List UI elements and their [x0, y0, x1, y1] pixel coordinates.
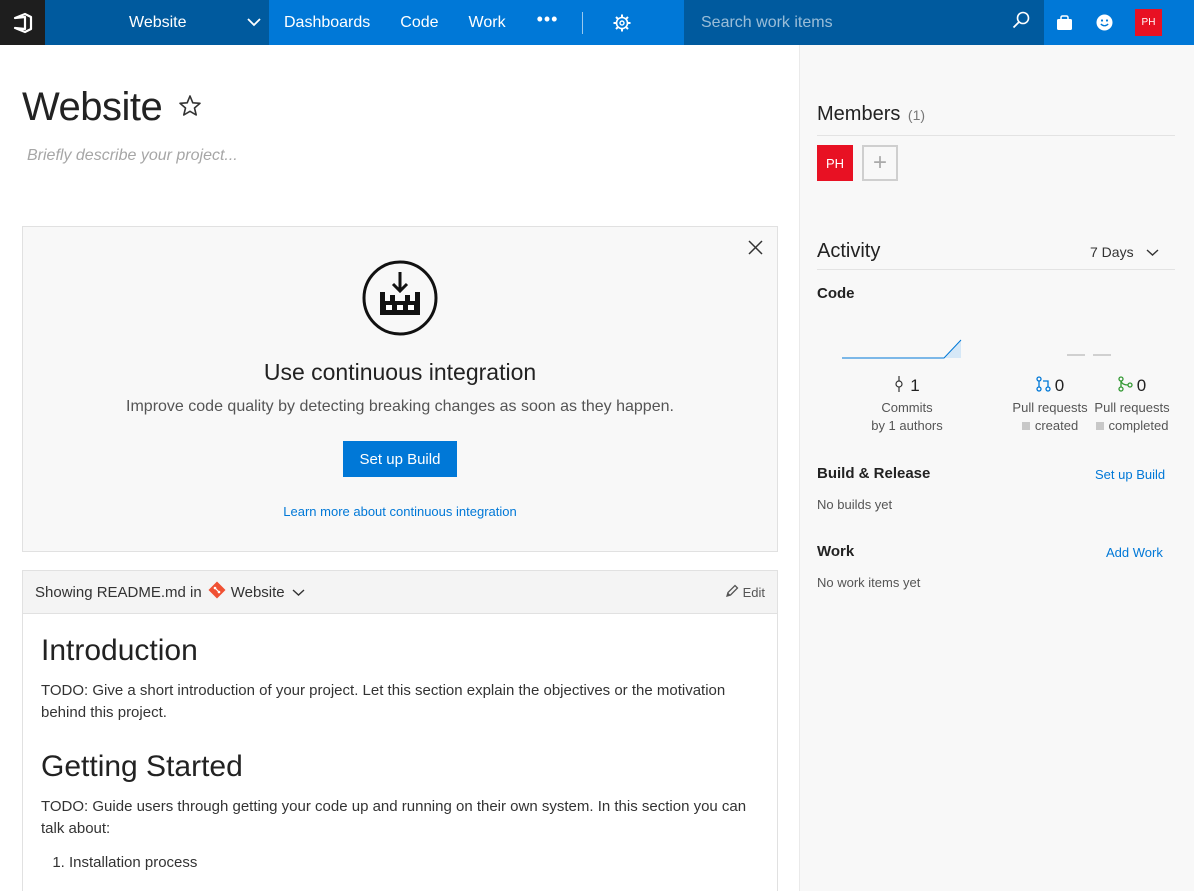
commits-label: Commits [881, 400, 933, 415]
code-heading: Code [817, 285, 855, 302]
readme-heading-getting-started: Getting Started [41, 750, 243, 783]
pr-created-status-text: created [1034, 418, 1079, 433]
more-menu-button[interactable]: ••• [521, 9, 575, 36]
commits-authors: by 1 authors [871, 418, 943, 433]
members-count: (1) [907, 107, 926, 123]
nav-code[interactable]: Code [385, 14, 453, 32]
pr-completed-stat[interactable]: 0 Pull requests completed [1089, 376, 1175, 435]
legend-square [1095, 422, 1104, 430]
pr-completed-label: Pull requests [1094, 400, 1170, 415]
search-box [684, 0, 1044, 45]
repo-name: Website [230, 583, 285, 601]
work-heading: Work [817, 543, 855, 560]
merge-icon [1118, 376, 1133, 396]
pull-request-icon [1036, 376, 1051, 396]
pr-created-status: created [1005, 417, 1095, 435]
pr-created-value: 0 [1054, 376, 1065, 395]
project-description-field[interactable]: Briefly describe your project... [27, 147, 238, 165]
divider [817, 135, 1175, 136]
chevron-down-icon [247, 14, 261, 32]
pr-completed-value: 0 [1136, 376, 1147, 395]
activity-range-dropdown[interactable]: 7 Days [1090, 244, 1159, 260]
close-icon[interactable] [748, 240, 763, 260]
pull-request-sparklines [1067, 354, 1111, 356]
members-heading: Members [817, 103, 901, 125]
edit-readme-button[interactable]: Edit [725, 584, 765, 601]
search-input[interactable] [701, 13, 1012, 32]
repo-selector[interactable]: Website [208, 581, 305, 603]
nav-work[interactable]: Work [454, 14, 521, 32]
list-item: Installation process [69, 854, 759, 871]
build-factory-icon [362, 260, 438, 341]
set-up-build-button[interactable]: Set up Build [343, 441, 457, 477]
commit-icon [894, 376, 904, 396]
search-icon[interactable] [1012, 11, 1030, 34]
add-member-button[interactable]: + [862, 145, 898, 181]
nav-dashboards[interactable]: Dashboards [269, 14, 385, 32]
readme-header: Showing README.md in Website Edit [23, 571, 777, 614]
page-title: Website [22, 85, 163, 129]
pr-completed-status-text: completed [1108, 418, 1169, 433]
project-home-main: Website Briefly describe your project... [0, 45, 799, 891]
learn-more-ci-link[interactable]: Learn more about continuous integration [23, 504, 777, 519]
add-work-link[interactable]: Add Work [1106, 545, 1163, 560]
readme-heading-introduction: Introduction [41, 634, 198, 667]
title-row: Website [22, 85, 202, 130]
commits-value: 1 [910, 376, 920, 395]
marketplace-bag-icon[interactable] [1044, 0, 1084, 45]
activity-heading: Activity [817, 240, 881, 262]
chevron-down-icon [1146, 244, 1159, 260]
no-work-items-text: No work items yet [817, 575, 921, 590]
smiley-feedback-icon[interactable] [1084, 0, 1124, 45]
top-navigation-bar: Website Dashboards Code Work ••• PH [0, 0, 1194, 45]
pr-completed-status: completed [1089, 417, 1175, 435]
pr-completed-number: 0 [1089, 376, 1175, 396]
project-selector[interactable]: Website [45, 0, 269, 45]
ci-subtitle: Improve code quality by detecting breaki… [126, 398, 674, 415]
divider [817, 269, 1175, 270]
members-title: Members (1) [817, 103, 925, 126]
pencil-icon [725, 584, 739, 601]
readme-list: Installation process [69, 854, 759, 871]
readme-panel: Showing README.md in Website Edit Introd… [22, 570, 778, 891]
legend-square [1021, 422, 1030, 430]
header-right-icons: PH [1044, 0, 1162, 45]
readme-paragraph: TODO: Guide users through getting your c… [41, 798, 747, 837]
build-release-heading: Build & Release [817, 465, 931, 482]
ci-title: Use continuous integration [263, 359, 537, 385]
right-side-pane: Members (1) PH + Activity 7 Days Code 1 … [799, 45, 1194, 891]
project-name: Website [129, 13, 187, 31]
pr-created-number: 0 [1005, 376, 1095, 396]
set-up-build-link[interactable]: Set up Build [1095, 467, 1165, 482]
readme-content: Introduction TODO: Give a short introduc… [23, 614, 777, 891]
star-favorite-icon[interactable] [178, 94, 202, 123]
user-avatar[interactable]: PH [1135, 9, 1162, 36]
vsts-logo-icon[interactable] [0, 0, 45, 45]
activity-range-value: 7 Days [1090, 244, 1134, 260]
edit-label: Edit [742, 584, 765, 600]
no-builds-text: No builds yet [817, 497, 893, 512]
commits-number: 1 [852, 376, 962, 396]
ci-promo-card: Use continuous integration Improve code … [22, 226, 778, 552]
pr-created-label: Pull requests [1012, 400, 1088, 415]
chevron-down-icon [292, 584, 305, 601]
commits-sparkline [842, 339, 962, 359]
gear-icon[interactable] [601, 14, 643, 32]
readme-paragraph: TODO: Give a short introduction of your … [41, 682, 726, 721]
readme-showing-label: Showing README.md in [35, 583, 202, 601]
member-avatar[interactable]: PH [817, 145, 853, 181]
pr-created-stat[interactable]: 0 Pull requests created [1005, 376, 1095, 435]
nav-divider [582, 11, 584, 34]
commits-stat[interactable]: 1 Commits by 1 authors [852, 376, 962, 435]
git-repo-icon [208, 581, 226, 603]
hub-nav: Dashboards Code Work ••• [269, 0, 643, 45]
